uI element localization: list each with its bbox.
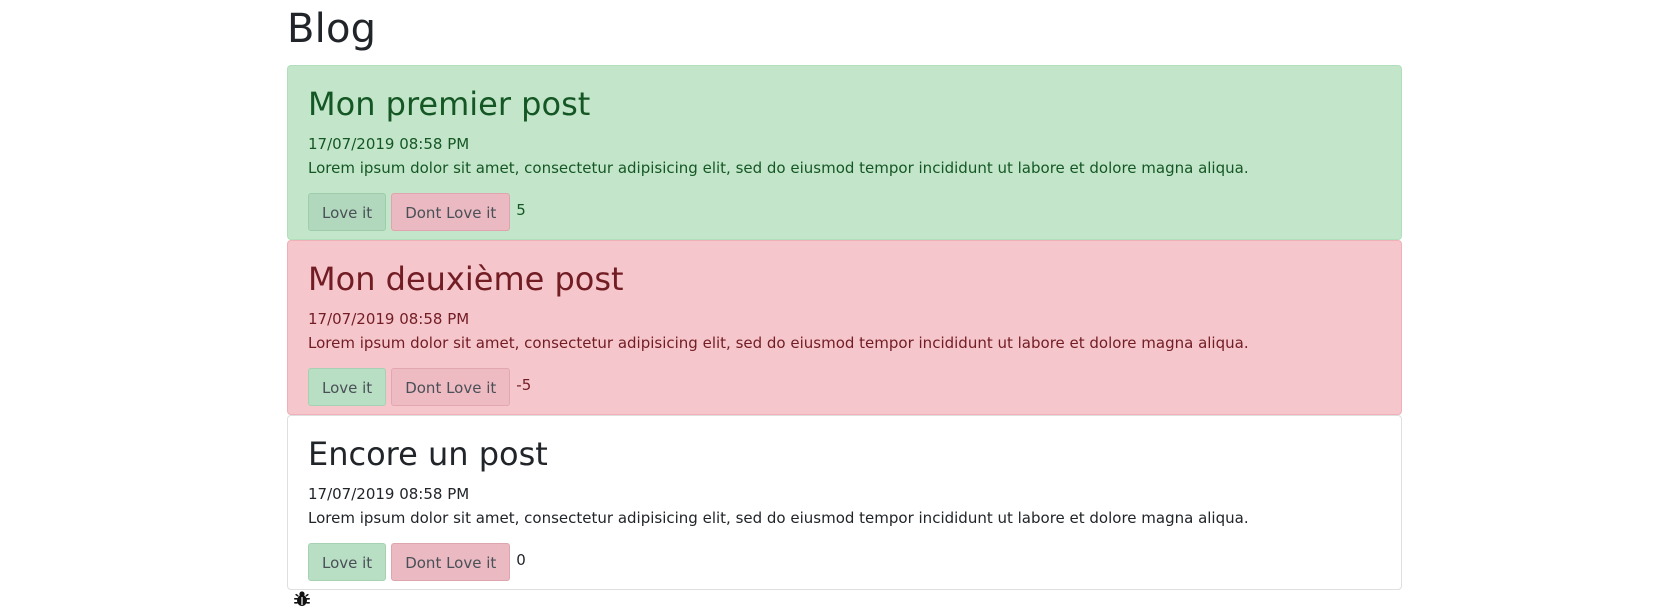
dont-love-it-button[interactable]: Dont Love it: [391, 193, 511, 231]
page-title: Blog: [287, 6, 377, 52]
post-actions: Love it Dont Love it 0: [308, 543, 1381, 581]
blog-container: Blog Mon premier post 17/07/2019 08:58 P…: [287, 0, 1402, 590]
post-date: 17/07/2019 08:58 PM: [308, 310, 470, 328]
post-date: 17/07/2019 08:58 PM: [308, 485, 470, 503]
love-it-button[interactable]: Love it: [308, 543, 387, 581]
post-score: 0: [516, 551, 526, 569]
post-body: Lorem ipsum dolor sit amet, consectetur …: [308, 509, 1249, 527]
post-score: 5: [516, 201, 526, 219]
post-item: Mon deuxième post 17/07/2019 08:58 PM Lo…: [287, 240, 1402, 415]
love-it-button[interactable]: Love it: [308, 193, 387, 231]
post-actions: Love it Dont Love it -5: [308, 368, 1381, 406]
post-body: Lorem ipsum dolor sit amet, consectetur …: [308, 334, 1249, 352]
post-date: 17/07/2019 08:58 PM: [308, 135, 470, 153]
post-title: Encore un post: [308, 435, 548, 473]
post-body: Lorem ipsum dolor sit amet, consectetur …: [308, 159, 1249, 177]
post-item: Mon premier post 17/07/2019 08:58 PM Lor…: [287, 65, 1402, 240]
dont-love-it-button[interactable]: Dont Love it: [391, 368, 511, 406]
bug-icon[interactable]: [293, 590, 311, 608]
post-score: -5: [516, 376, 532, 394]
love-it-button[interactable]: Love it: [308, 368, 387, 406]
post-title: Mon premier post: [308, 85, 591, 123]
post-item: Encore un post 17/07/2019 08:58 PM Lorem…: [287, 415, 1402, 590]
post-actions: Love it Dont Love it 5: [308, 193, 1381, 231]
post-list: Mon premier post 17/07/2019 08:58 PM Lor…: [287, 65, 1402, 590]
dont-love-it-button[interactable]: Dont Love it: [391, 543, 511, 581]
post-title: Mon deuxième post: [308, 260, 624, 298]
